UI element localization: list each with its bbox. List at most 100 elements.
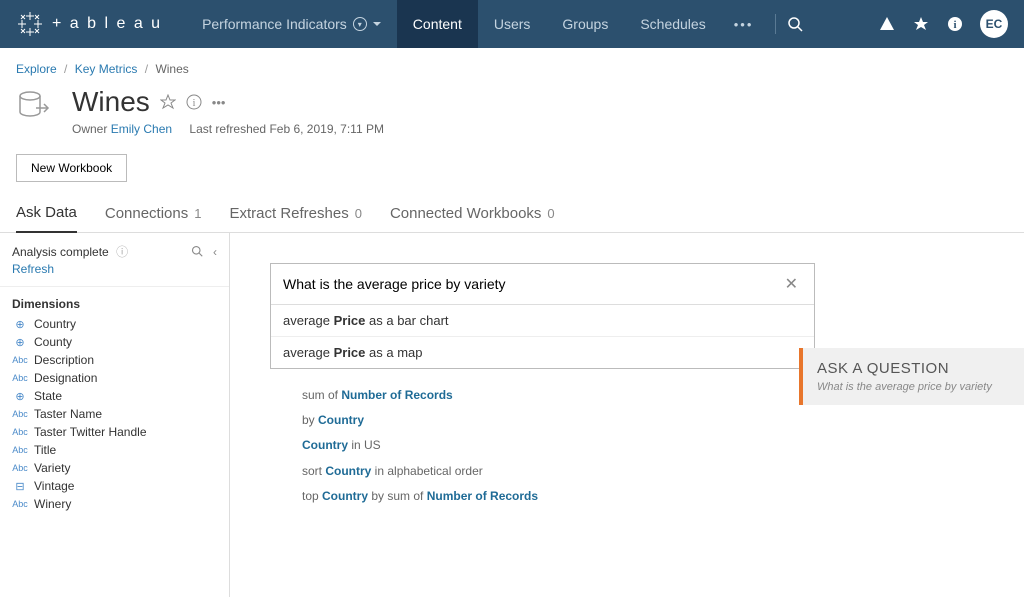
tab-connected-workbooks[interactable]: Connected Workbooks0 xyxy=(390,196,555,232)
abc-icon: Abc xyxy=(12,409,28,419)
tab-ask-data[interactable]: Ask Data xyxy=(16,196,77,233)
field-vintage[interactable]: ⊟ Vintage xyxy=(12,477,217,495)
nav-divider xyxy=(775,14,776,34)
tableau-logo[interactable]: + a b l e a u xyxy=(16,10,162,38)
more-suggestion-3[interactable]: sort Country in alphabetical order xyxy=(302,459,984,484)
clear-icon[interactable]: ✕ xyxy=(781,274,802,294)
abc-icon: Abc xyxy=(12,463,28,473)
tab-connections-count: 1 xyxy=(194,206,201,221)
field-label: Title xyxy=(34,443,56,457)
workspace: Analysis complete ⓘ ‹ Refresh Dimensions… xyxy=(0,233,1024,597)
favorites-icon[interactable] xyxy=(912,15,930,33)
field-label: Designation xyxy=(34,371,97,385)
tableau-logo-icon xyxy=(16,10,44,38)
field-description[interactable]: Abc Description xyxy=(12,351,217,369)
star-icon[interactable] xyxy=(160,94,176,110)
more-actions-icon[interactable]: ••• xyxy=(212,95,226,110)
tab-extract-count: 0 xyxy=(355,206,362,221)
refresh-link[interactable]: Refresh xyxy=(12,262,54,276)
field-variety[interactable]: Abc Variety xyxy=(12,459,217,477)
field-label: Winery xyxy=(34,497,71,511)
more-suggestion-4[interactable]: top Country by sum of Number of Records xyxy=(302,484,984,509)
alert-icon[interactable] xyxy=(878,15,896,33)
breadcrumb-key-metrics[interactable]: Key Metrics xyxy=(75,62,138,76)
owner-label: Owner xyxy=(72,122,107,136)
field-label: Taster Name xyxy=(34,407,102,421)
field-taster-name[interactable]: Abc Taster Name xyxy=(12,405,217,423)
ask-data-input[interactable] xyxy=(283,276,781,292)
more-suggestion-1[interactable]: by Country xyxy=(302,408,984,433)
topbar-right: i EC xyxy=(878,10,1008,38)
logo-text: + a b l e a u xyxy=(52,15,162,33)
field-county[interactable]: ⊕County xyxy=(12,333,217,351)
top-navigation-bar: + a b l e a u Performance Indicators▾ Co… xyxy=(0,0,1024,48)
action-row: New Workbook xyxy=(0,148,1024,196)
abc-icon: Abc xyxy=(12,355,28,365)
info-icon[interactable]: i xyxy=(946,15,964,33)
nav-schedules[interactable]: Schedules xyxy=(624,0,721,48)
sidebar-collapse-icon[interactable]: ‹ xyxy=(213,245,217,259)
field-label: Taster Twitter Handle xyxy=(34,425,147,439)
nav-performance-label: Performance Indicators xyxy=(202,16,347,32)
tab-extract-refreshes[interactable]: Extract Refreshes0 xyxy=(229,196,361,232)
field-state[interactable]: ⊕ State xyxy=(12,387,217,405)
nav-items: Performance Indicators▾ Content Users Gr… xyxy=(186,0,804,48)
header-meta: Owner Emily Chen Last refreshed Feb 6, 2… xyxy=(72,122,384,136)
nav-groups[interactable]: Groups xyxy=(546,0,624,48)
content-tabs: Ask Data Connections 1 Extract Refreshes0… xyxy=(0,196,1024,233)
field-label: Description xyxy=(34,353,94,367)
callout-title: ASK A QUESTION xyxy=(817,360,1010,377)
page-header: Wines i ••• Owner Emily Chen Last refres… xyxy=(0,86,1024,148)
user-avatar[interactable]: EC xyxy=(980,10,1008,38)
field-taster-twitter-handle[interactable]: Abc Taster Twitter Handle xyxy=(12,423,217,441)
nav-performance-indicators[interactable]: Performance Indicators▾ xyxy=(186,0,397,48)
main-panel: ✕ average Price as a bar chartaverage Pr… xyxy=(230,233,1024,597)
field-winery[interactable]: Abc Winery xyxy=(12,495,217,513)
breadcrumb-explore[interactable]: Explore xyxy=(16,62,57,76)
breadcrumb-current: Wines xyxy=(155,62,188,76)
owner-link[interactable]: Emily Chen xyxy=(111,122,172,136)
datasource-icon xyxy=(16,86,56,126)
nav-more-icon[interactable]: ••• xyxy=(722,17,766,32)
status-text: Analysis complete xyxy=(12,245,109,259)
svg-text:i: i xyxy=(953,19,956,31)
field-label: State xyxy=(34,389,62,403)
tab-connected-count: 0 xyxy=(547,206,554,221)
svg-text:i: i xyxy=(192,98,195,109)
refreshed-value: Feb 6, 2019, 7:11 PM xyxy=(269,122,384,136)
status-info-icon[interactable]: ⓘ xyxy=(116,245,128,259)
dimensions-group: Dimensions ⊕Country⊕CountyAbcDescription… xyxy=(0,287,229,523)
globe-icon: ⊕ xyxy=(12,390,28,403)
field-title[interactable]: AbcTitle xyxy=(12,441,217,459)
breadcrumb: Explore / Key Metrics / Wines xyxy=(0,48,1024,86)
breadcrumb-sep: / xyxy=(64,62,67,76)
date-icon: ⊟ xyxy=(12,480,28,493)
nav-users[interactable]: Users xyxy=(478,0,547,48)
ask-data-box: ✕ average Price as a bar chartaverage Pr… xyxy=(270,263,815,369)
more-suggestion-2[interactable]: Country in US xyxy=(302,433,984,458)
abc-icon: Abc xyxy=(12,499,28,509)
field-label: Variety xyxy=(34,461,70,475)
nav-content[interactable]: Content xyxy=(397,0,478,48)
page-title: Wines xyxy=(72,86,150,118)
abc-icon: Abc xyxy=(12,427,28,437)
sidebar-search-icon[interactable] xyxy=(191,245,203,259)
field-label: Country xyxy=(34,317,76,331)
ask-input-row: ✕ xyxy=(271,264,814,305)
globe-icon: ⊕ xyxy=(12,318,28,331)
field-designation[interactable]: Abc Designation xyxy=(12,369,217,387)
tab-connections-label: Connections xyxy=(105,205,188,222)
field-country[interactable]: ⊕ Country xyxy=(12,315,217,333)
breadcrumb-sep: / xyxy=(145,62,148,76)
suggestion-0[interactable]: average Price as a bar chart xyxy=(271,305,814,336)
dimensions-title: Dimensions xyxy=(12,297,217,311)
abc-icon: Abc xyxy=(12,373,28,383)
field-label: County xyxy=(34,335,72,349)
search-icon[interactable] xyxy=(786,15,804,33)
new-workbook-button[interactable]: New Workbook xyxy=(16,154,127,182)
field-label: Vintage xyxy=(34,479,74,493)
tab-connections[interactable]: Connections 1 xyxy=(105,196,202,232)
suggestion-1[interactable]: average Price as a map xyxy=(271,336,814,368)
sidebar: Analysis complete ⓘ ‹ Refresh Dimensions… xyxy=(0,233,230,597)
details-icon[interactable]: i xyxy=(186,94,202,110)
